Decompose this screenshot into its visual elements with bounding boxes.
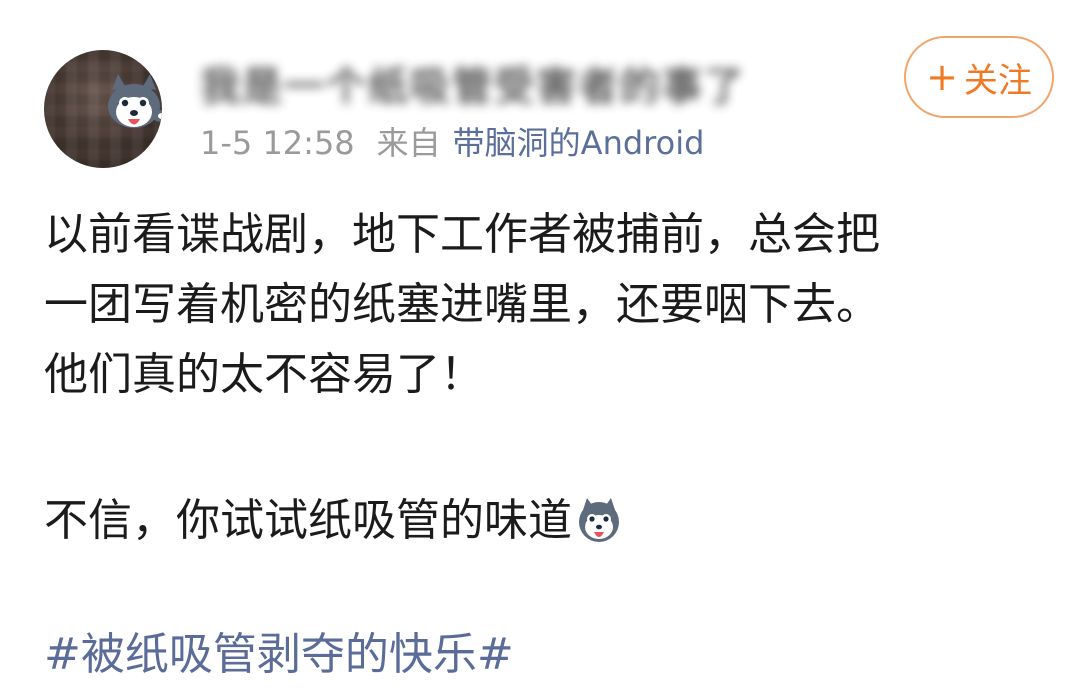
post-meta: 1-5 12:58 来自 带脑洞的Android [200,118,704,164]
post-line: 以前看谍战剧，地下工作者被捕前，总会把 [44,209,880,260]
follow-label: 关注 [963,60,1032,101]
follow-button[interactable]: + 关注 [904,36,1054,118]
weibo-post: 我是一个纸吸管受害者的事了 1-5 12:58 来自 带脑洞的Android + 关… [0,0,1080,689]
husky-badge-icon [108,74,162,128]
post-time: 1-5 12:58 [200,124,355,162]
post-line: 一团写着机密的纸塞进嘴里，还要咽下去。 [44,279,880,330]
plus-icon: + [926,55,958,99]
post-paragraph-2: 不信，你试试纸吸管的味道 [44,486,624,556]
author-name[interactable]: 我是一个纸吸管受害者的事了 [200,54,746,112]
husky-emoji-icon [579,498,619,542]
post-line: 他们真的太不容易了！ [44,349,484,400]
avatar[interactable] [44,50,162,168]
post-body: 以前看谍战剧，地下工作者被捕前，总会把 一团写着机密的纸塞进嘴里，还要咽下去。 … [44,200,1054,410]
hashtag-link[interactable]: #被纸吸管剥夺的快乐# [44,620,514,690]
from-label: 来自 [376,124,441,162]
post-line: 不信，你试试纸吸管的味道 [44,495,572,546]
post-source[interactable]: 带脑洞的Android [453,124,705,162]
